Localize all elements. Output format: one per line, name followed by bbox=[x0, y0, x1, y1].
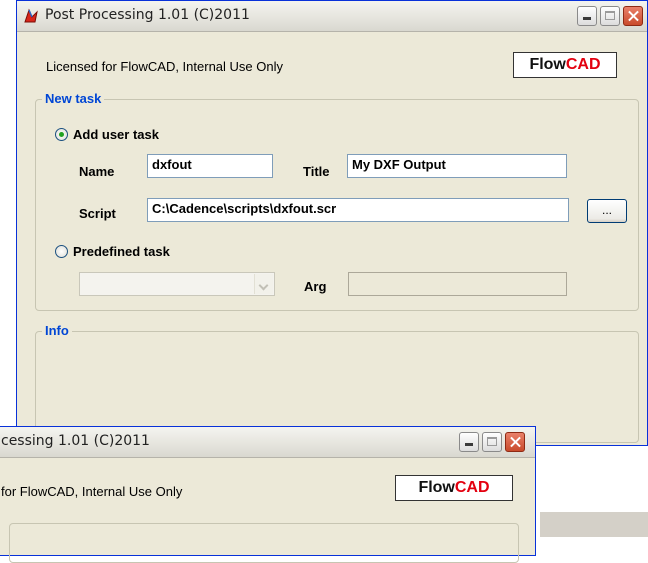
second-window-title: cessing 1.01 (C)2011 bbox=[1, 433, 150, 449]
flowcad-logo: FlowCAD bbox=[513, 52, 617, 78]
main-window: Post Processing 1.01 (C)2011 Licensed fo… bbox=[16, 0, 648, 446]
new-task-legend: New task bbox=[42, 91, 105, 106]
close-icon bbox=[506, 433, 524, 451]
radio-checked-icon bbox=[55, 128, 68, 141]
window-title: Post Processing 1.01 (C)2011 bbox=[45, 7, 250, 23]
maximize-icon bbox=[483, 433, 501, 451]
second-group-edge bbox=[9, 523, 519, 563]
browse-button[interactable]: ... bbox=[587, 199, 627, 223]
predefined-task-select[interactable] bbox=[79, 272, 275, 296]
close-button[interactable] bbox=[623, 6, 643, 26]
second-flowcad-logo: FlowCAD bbox=[395, 475, 513, 501]
license-text: Licensed for FlowCAD, Internal Use Only bbox=[46, 59, 283, 74]
arg-label: Arg bbox=[304, 279, 327, 294]
close-icon bbox=[624, 7, 642, 25]
minimize-icon bbox=[460, 433, 478, 451]
second-close-button[interactable] bbox=[505, 432, 525, 452]
radio-unchecked-icon bbox=[55, 245, 68, 258]
chevron-down-icon bbox=[254, 274, 273, 294]
predefined-task-label: Predefined task bbox=[73, 244, 170, 259]
name-input[interactable]: dxfout bbox=[147, 154, 273, 178]
minimize-icon bbox=[578, 7, 596, 25]
title-bar[interactable]: Post Processing 1.01 (C)2011 bbox=[17, 1, 647, 32]
logo-cad: CAD bbox=[454, 479, 490, 496]
logo-flow: Flow bbox=[418, 479, 455, 496]
title-input[interactable]: My DXF Output bbox=[347, 154, 567, 178]
arg-input[interactable] bbox=[348, 272, 567, 296]
info-legend: Info bbox=[42, 323, 72, 338]
second-maximize-button[interactable] bbox=[482, 432, 502, 452]
desktop-area bbox=[540, 512, 648, 537]
predefined-task-radio[interactable]: Predefined task bbox=[55, 244, 170, 259]
name-label: Name bbox=[79, 164, 115, 179]
logo-flow: Flow bbox=[529, 56, 566, 73]
maximize-icon bbox=[601, 7, 619, 25]
add-user-task-label: Add user task bbox=[73, 127, 159, 142]
add-user-task-radio[interactable]: Add user task bbox=[55, 127, 159, 142]
second-license-text: for FlowCAD, Internal Use Only bbox=[1, 484, 183, 499]
minimize-button[interactable] bbox=[577, 6, 597, 26]
maximize-button[interactable] bbox=[600, 6, 620, 26]
second-minimize-button[interactable] bbox=[459, 432, 479, 452]
second-title-bar[interactable]: cessing 1.01 (C)2011 bbox=[0, 427, 535, 458]
script-input[interactable]: C:\Cadence\scripts\dxfout.scr bbox=[147, 198, 569, 222]
script-label: Script bbox=[79, 206, 116, 221]
logo-cad: CAD bbox=[565, 56, 601, 73]
title-label: Title bbox=[303, 164, 330, 179]
app-icon bbox=[24, 8, 38, 23]
